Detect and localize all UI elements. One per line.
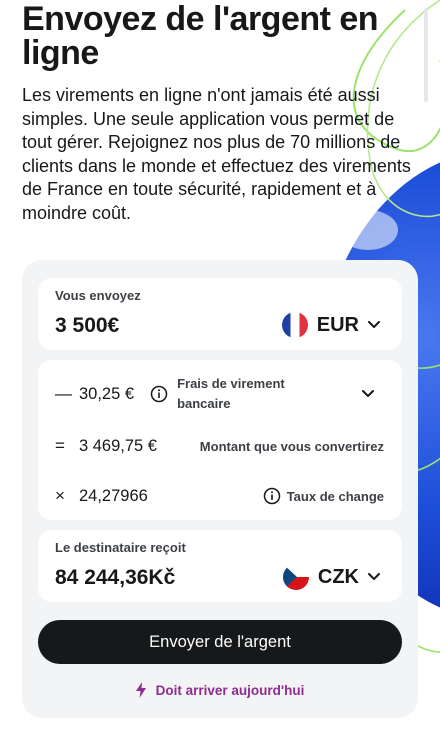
- hero-description: Les virements en ligne n'ont jamais été …: [22, 85, 411, 223]
- send-amount-box: Vous envoyez 3 500€ EUR: [38, 278, 402, 350]
- receive-currency-selector[interactable]: CZK: [282, 564, 380, 590]
- converted-row: = 3 469,75 € Montant que vous convertire…: [55, 436, 384, 456]
- page-title: Envoyez de l'argent en ligne: [22, 0, 379, 72]
- rate-value: 24,27966: [79, 486, 148, 505]
- fee-label: Frais de virement bancaire: [177, 376, 285, 411]
- arrival-estimate: Doit arriver aujourd'hui: [22, 682, 418, 698]
- rate-row: × 24,27966 Taux de change: [55, 486, 384, 506]
- converted-value: 3 469,75 €: [79, 436, 157, 455]
- info-icon[interactable]: [263, 487, 281, 505]
- send-label: Vous envoyez: [55, 288, 141, 303]
- lightning-icon: [135, 682, 146, 698]
- chevron-down-icon: [368, 573, 380, 580]
- france-flag-icon: [281, 312, 308, 338]
- send-amount-input[interactable]: 3 500€: [55, 314, 119, 338]
- info-icon[interactable]: [150, 385, 168, 403]
- fee-expand-chevron-icon[interactable]: [362, 390, 374, 398]
- transfer-calculator-card: Vous envoyez 3 500€ EUR — 30,25 € Frais …: [22, 260, 418, 718]
- rate-label: Taux de change: [286, 488, 384, 504]
- equals-icon: =: [55, 436, 65, 455]
- send-currency-code: EUR: [316, 313, 359, 336]
- receive-amount-box: Le destinataire reçoit 84 244,36Kč CZK: [38, 530, 402, 602]
- chevron-down-icon: [368, 321, 380, 328]
- minus-icon: —: [55, 384, 72, 403]
- arrival-text: Doit arriver aujourd'hui: [155, 682, 305, 698]
- czech-flag-icon: [282, 564, 309, 590]
- send-money-button[interactable]: Envoyer de l'argent: [38, 620, 402, 664]
- send-currency-selector[interactable]: EUR: [281, 312, 380, 338]
- receive-amount-input[interactable]: 84 244,36Kč: [55, 566, 175, 590]
- times-icon: ×: [55, 486, 65, 505]
- receive-label: Le destinataire reçoit: [55, 540, 186, 555]
- fee-value: 30,25 €: [79, 384, 135, 403]
- converted-label: Montant que vous convertirez: [199, 438, 384, 454]
- fee-row: — 30,25 € Frais de virement bancaire: [55, 374, 384, 414]
- fee-breakdown-box: — 30,25 € Frais de virement bancaire = 3…: [38, 360, 402, 520]
- rate-info: Taux de change: [263, 487, 384, 505]
- page: Envoyez de l'argent en ligne Les viremen…: [0, 0, 440, 729]
- receive-currency-code: CZK: [317, 565, 359, 588]
